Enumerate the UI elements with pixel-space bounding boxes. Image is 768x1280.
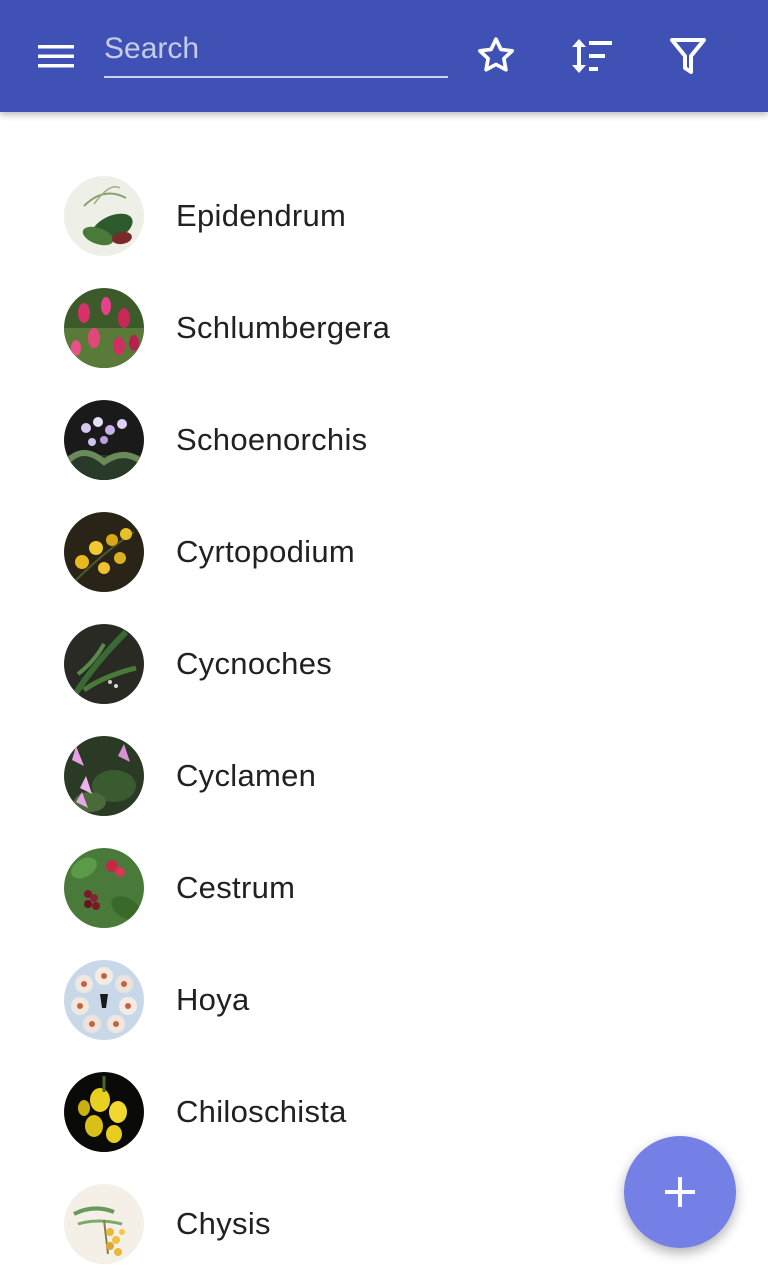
list-item[interactable]: Schlumbergera (0, 272, 768, 384)
filter-button[interactable] (656, 24, 720, 88)
yellow-orchid-illustration-thumbnail (64, 1184, 144, 1264)
filter-icon (670, 38, 706, 74)
plant-name: Epidendrum (176, 198, 347, 233)
list-item[interactable]: Schoenorchis (0, 384, 768, 496)
pink-cyclamen-thumbnail (64, 736, 144, 816)
white-orchid-thumbnail (64, 176, 144, 256)
list-item[interactable]: Hoya (0, 944, 768, 1056)
plant-name: Cestrum (176, 870, 296, 905)
add-button[interactable] (624, 1136, 736, 1248)
plant-name: Schlumbergera (176, 310, 391, 345)
plant-name: Hoya (176, 982, 250, 1017)
favorites-button[interactable] (464, 24, 528, 88)
list-item[interactable]: Cestrum (0, 832, 768, 944)
white-star-flowers-thumbnail (64, 960, 144, 1040)
search-input[interactable] (104, 22, 448, 78)
sort-button[interactable] (560, 24, 624, 88)
yellow-flowers-dark-thumbnail (64, 1072, 144, 1152)
plant-list: Epidendrum Schlumbergera Schoenorchis Cy… (0, 160, 768, 1280)
list-item[interactable]: Cyclamen (0, 720, 768, 832)
list-item[interactable]: Epidendrum (0, 160, 768, 272)
plant-name: Cyclamen (176, 758, 317, 793)
menu-button[interactable] (24, 24, 88, 88)
star-outline-icon (478, 37, 514, 72)
green-leaves-thumbnail (64, 624, 144, 704)
sort-icon (572, 39, 612, 73)
hamburger-menu-icon (38, 45, 74, 68)
plus-icon (665, 1177, 695, 1207)
yellow-orchid-thumbnail (64, 512, 144, 592)
app-bar (0, 0, 768, 112)
plant-name: Chysis (176, 1206, 271, 1241)
list-item[interactable]: Cycnoches (0, 608, 768, 720)
plant-name: Schoenorchis (176, 422, 368, 457)
red-berries-thumbnail (64, 848, 144, 928)
plant-name: Cyrtopodium (176, 534, 356, 569)
pink-cactus-flower-thumbnail (64, 288, 144, 368)
plant-name: Chiloschista (176, 1094, 347, 1129)
list-item[interactable]: Cyrtopodium (0, 496, 768, 608)
plant-name: Cycnoches (176, 646, 333, 681)
lilac-orchid-thumbnail (64, 400, 144, 480)
search-container (104, 22, 448, 82)
